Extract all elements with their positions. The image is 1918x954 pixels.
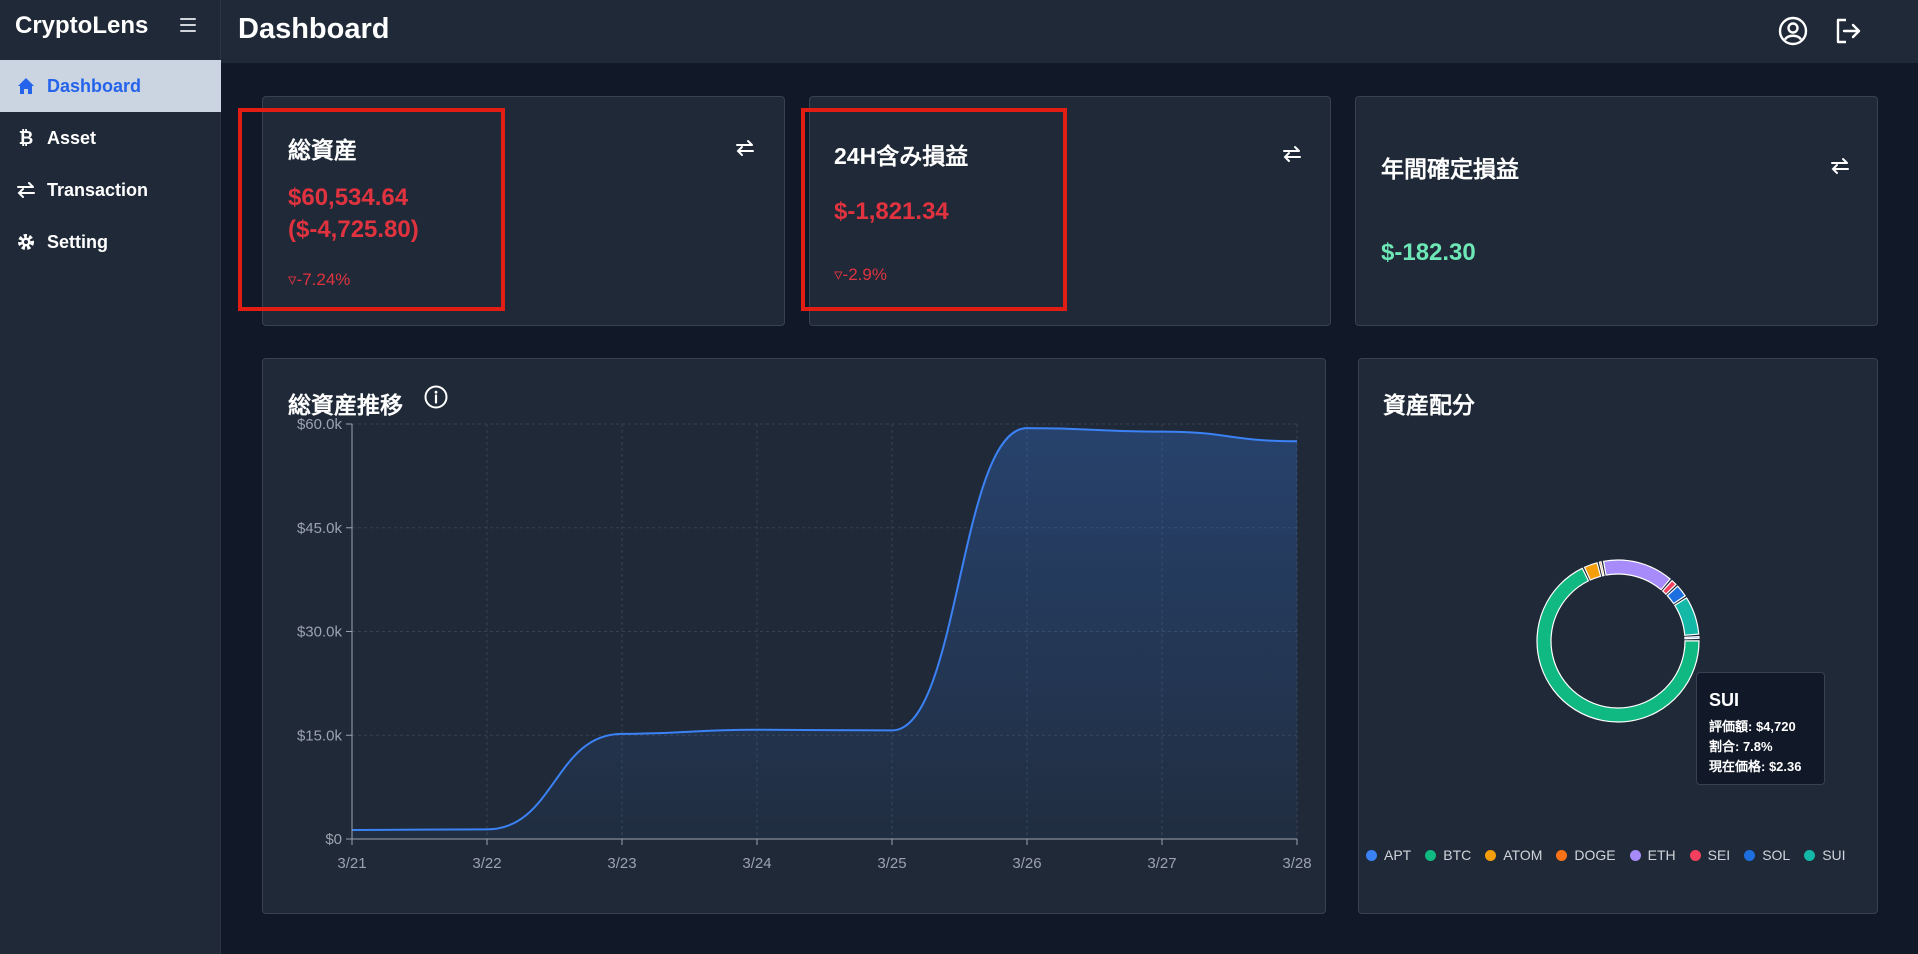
brand-logo[interactable]: CryptoLens (15, 12, 148, 40)
gear-icon (15, 231, 37, 253)
topbar: Dashboard (221, 0, 1918, 63)
tooltip-share: 割合: 7.8% (1709, 739, 1773, 754)
tooltip-value: 評価額: $4,720 (1709, 719, 1796, 734)
info-icon[interactable] (423, 384, 449, 410)
legend-item-apt[interactable]: APT (1366, 847, 1411, 863)
allocation-card: 資産配分 (1358, 358, 1878, 914)
legend-label: DOGE (1574, 847, 1616, 863)
legend-dot (1556, 849, 1568, 861)
legend-item-atom[interactable]: ATOM (1485, 847, 1542, 863)
toggle-currency-icon[interactable] (1828, 157, 1852, 175)
tooltip-price: 現在価格: $2.36 (1709, 759, 1802, 774)
allocation-legend: APT BTC ATOM DOGE ETH SEI SOL SUI (1366, 845, 1860, 865)
sidebar-item-label: Transaction (47, 179, 149, 200)
logout-icon[interactable] (1832, 15, 1864, 47)
menu-toggle-icon[interactable] (178, 15, 200, 35)
legend-dot (1689, 849, 1701, 861)
legend-dot (1366, 849, 1377, 861)
allocation-tooltip: SUI 評価額: $4,720 割合: 7.8% 現在価格: $2.36 (1696, 672, 1825, 785)
annual-realized-card: 年間確定損益 $-182.30 (1355, 96, 1878, 326)
sidebar-item-label: Dashboard (47, 75, 142, 96)
legend-item-eth[interactable]: ETH (1629, 847, 1676, 863)
sidebar-nav: Dashboard ₿ Asset Transaction Setting (0, 60, 221, 268)
sidebar-item-dashboard[interactable]: Dashboard (0, 60, 221, 112)
tooltip-title: SUI (1709, 690, 1740, 710)
sidebar-item-asset[interactable]: ₿ Asset (0, 112, 221, 164)
user-circle-icon[interactable] (1777, 15, 1809, 47)
history-chart-card: 総資産推移 (262, 358, 1326, 914)
legend-label: APT (1384, 847, 1412, 863)
legend-dot (1744, 849, 1756, 861)
legend-item-sui[interactable]: SUI (1804, 847, 1846, 863)
sidebar-item-label: Asset (47, 127, 97, 148)
highlight-box (801, 108, 1067, 311)
annual-realized-title: 年間確定損益 (1381, 156, 1519, 182)
sidebar-item-setting[interactable]: Setting (0, 216, 221, 268)
highlight-box (238, 108, 505, 311)
legend-dot (1425, 849, 1437, 861)
legend-label: ETH (1647, 847, 1676, 863)
legend-label: SOL (1762, 847, 1791, 863)
home-icon (15, 75, 37, 97)
legend-dot (1629, 849, 1641, 861)
history-chart-title: 総資産推移 (288, 392, 403, 418)
legend-dot (1485, 849, 1497, 861)
sidebar-item-transaction[interactable]: Transaction (0, 164, 221, 216)
legend-item-sei[interactable]: SEI (1689, 847, 1731, 863)
sidebar: CryptoLens Dashboard ₿ Asset Transaction… (0, 0, 221, 954)
legend-label: BTC (1443, 847, 1472, 863)
swap-icon (15, 179, 37, 201)
toggle-currency-icon[interactable] (733, 139, 757, 157)
legend-item-sol[interactable]: SOL (1744, 847, 1790, 863)
allocation-title: 資産配分 (1383, 392, 1475, 418)
page-title: Dashboard (238, 13, 390, 45)
toggle-currency-icon[interactable] (1280, 145, 1304, 163)
legend-item-btc[interactable]: BTC (1425, 847, 1471, 863)
legend-label: ATOM (1503, 847, 1543, 863)
bitcoin-icon: ₿ (18, 127, 34, 148)
legend-item-doge[interactable]: DOGE (1556, 847, 1616, 863)
sidebar-item-label: Setting (47, 231, 108, 252)
annual-realized-value: $-182.30 (1381, 239, 1476, 266)
legend-dot (1804, 849, 1816, 861)
legend-label: SEI (1707, 847, 1731, 863)
legend-label: SUI (1822, 847, 1846, 863)
